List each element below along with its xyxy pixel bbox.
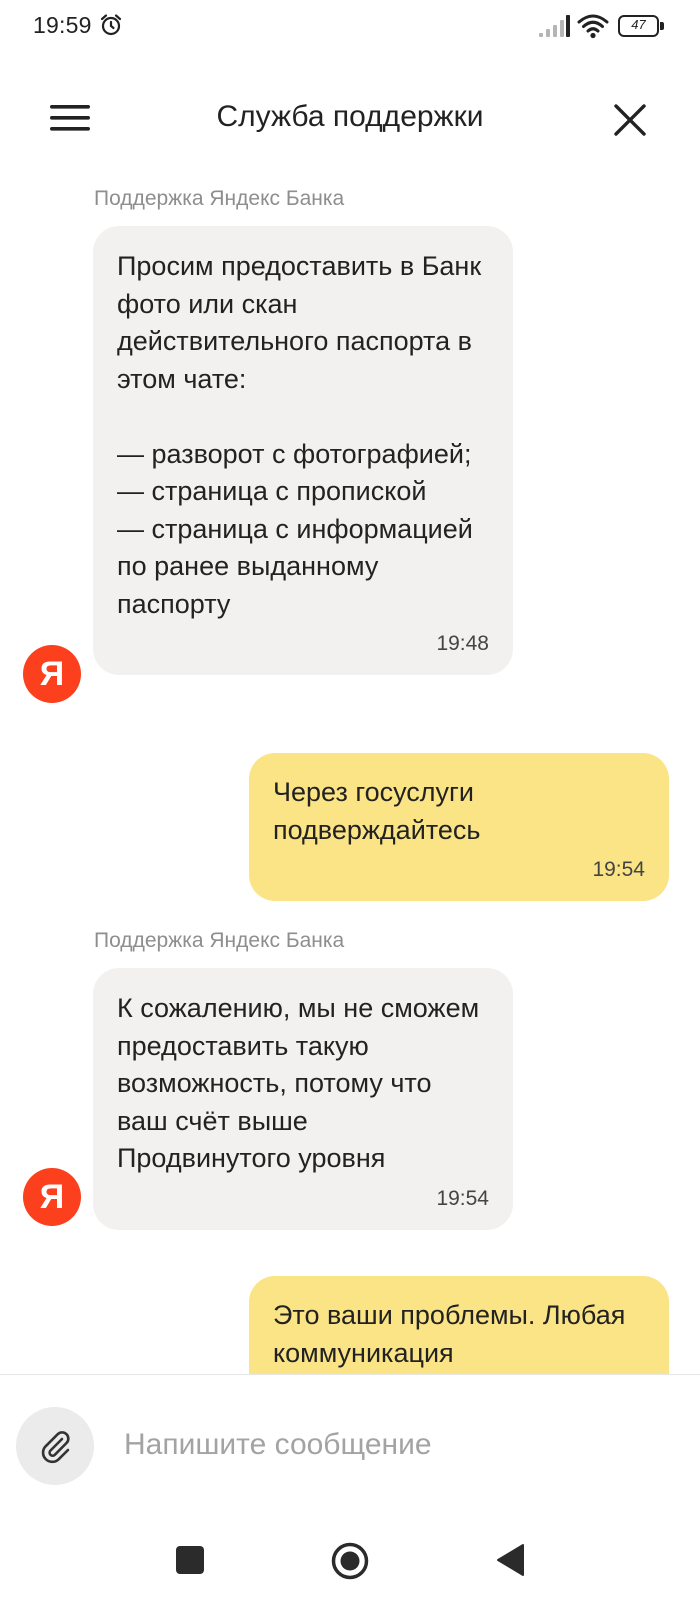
recents-square-icon[interactable] [176,1546,204,1574]
message-text: Через госуслуги подверждайтесь [273,777,481,845]
message-input[interactable] [112,1415,672,1475]
hamburger-menu-icon [50,105,90,131]
wifi-icon [577,14,609,39]
message-time: 19:54 [436,1186,489,1210]
close-button[interactable] [608,98,652,142]
support-avatar: Я [23,1168,81,1226]
incoming-message[interactable]: К сожалению, мы не сможем предоставить т… [93,968,513,1230]
outgoing-message[interactable]: Это ваши проблемы. Любая коммуникация [249,1276,669,1374]
status-bar: 19:59 47 [0,0,700,54]
message-time: 19:48 [436,632,489,655]
message-text: Просим предоставить в Банк фото или скан… [117,251,482,619]
battery-tip [660,22,664,30]
message-sender: Поддержка Яндекс Банка [94,187,345,210]
back-triangle-icon[interactable] [495,1543,525,1577]
outgoing-message[interactable]: Через госуслуги подверждайтесь 19:54 [249,753,669,901]
system-navigation-bar [0,1514,700,1604]
home-circle-icon[interactable] [330,1541,370,1581]
incoming-message[interactable]: Просим предоставить в Банк фото или скан… [93,226,513,675]
paperclip-icon [41,1431,70,1464]
alarm-icon [100,14,122,36]
close-icon [614,104,646,136]
battery-icon: 47 [618,15,664,37]
message-sender: Поддержка Яндекс Банка [94,929,345,952]
signal-icon [539,15,570,37]
support-avatar: Я [23,645,81,703]
chat-message-list[interactable]: Поддержка Яндекс Банка Просим предостави… [0,156,700,1374]
support-chat-screen: 19:59 47 Служба поддержки Поддержка Янде… [0,0,700,1604]
menu-button[interactable] [44,96,96,140]
message-composer [0,1374,700,1514]
attach-button[interactable] [16,1407,94,1485]
message-time: 19:54 [592,858,645,881]
page-title: Служба поддержки [216,100,484,133]
message-text: Это ваши проблемы. Любая коммуникация [273,1300,626,1368]
chat-header: Служба поддержки [0,80,700,156]
battery-level: 47 [631,17,646,32]
status-time: 19:59 [33,12,92,38]
message-text: К сожалению, мы не сможем предоставить т… [117,993,480,1173]
